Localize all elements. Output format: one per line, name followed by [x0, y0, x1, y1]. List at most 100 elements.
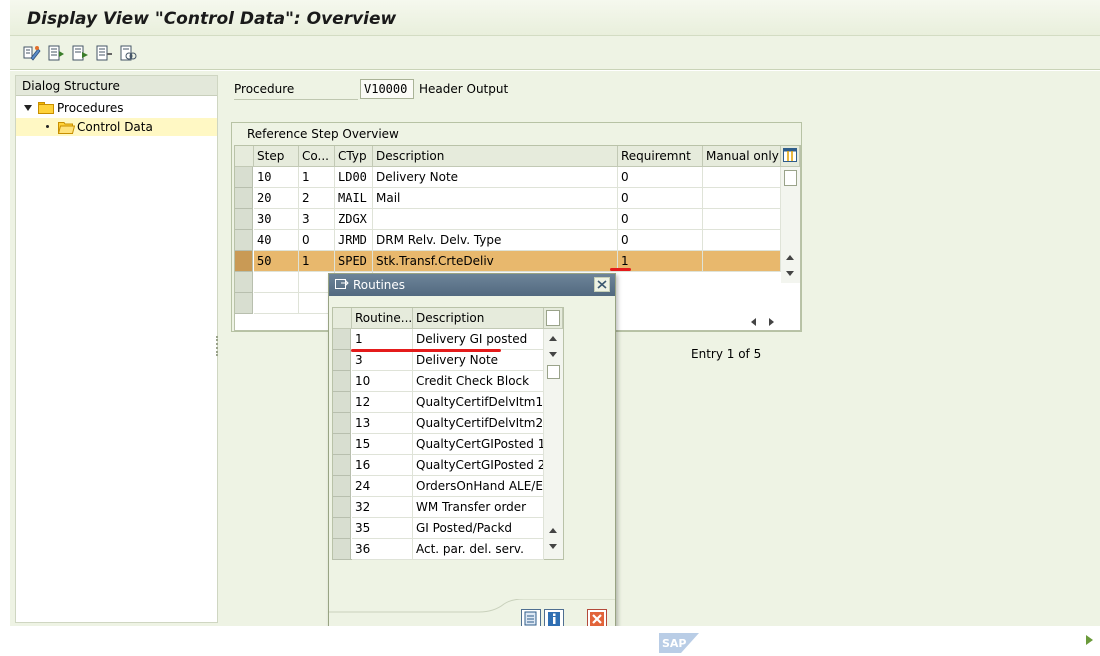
row-selector[interactable] — [333, 434, 351, 455]
manual-only-cell[interactable] — [703, 188, 781, 209]
row-selector[interactable] — [333, 476, 351, 497]
vertical-scrollbar[interactable] — [781, 167, 800, 283]
row-selector[interactable] — [333, 329, 351, 350]
manual-only-cell[interactable] — [703, 251, 781, 272]
requirement-cell[interactable]: 0 — [618, 209, 703, 230]
routine-description-cell[interactable]: GI Posted/Packd — [413, 518, 544, 539]
tree-item-control-data[interactable]: Control Data — [16, 118, 217, 136]
select-all-rows-cell[interactable] — [235, 146, 254, 167]
table-row[interactable]: 1 Delivery GI posted — [333, 329, 544, 350]
row-selector[interactable] — [235, 167, 253, 188]
row-selector[interactable] — [333, 350, 351, 371]
routine-description-cell[interactable]: QualtyCertifDelvItm1 — [413, 392, 544, 413]
table-row[interactable]: 10 Credit Check Block — [333, 371, 544, 392]
status-expand-icon[interactable] — [1086, 635, 1093, 645]
row-selector[interactable] — [235, 293, 253, 314]
vertical-scrollbar[interactable] — [544, 329, 563, 559]
routine-description-cell[interactable]: WM Transfer order — [413, 497, 544, 518]
table-row-selected[interactable]: 50 1 SPED Stk.Transf.CrteDeliv 1 — [235, 251, 781, 272]
column-header-routine[interactable]: Routine... — [352, 308, 413, 329]
routine-number-cell[interactable]: 10 — [352, 371, 413, 392]
table-row[interactable]: 20 2 MAIL Mail 0 — [235, 188, 781, 209]
table-row[interactable]: 10 1 LD00 Delivery Note 0 — [235, 167, 781, 188]
routine-number-cell[interactable]: 1 — [352, 329, 413, 350]
manual-only-cell[interactable] — [703, 230, 781, 251]
row-selector[interactable] — [235, 251, 253, 272]
routine-number-cell[interactable]: 35 — [352, 518, 413, 539]
row-selector[interactable] — [235, 272, 253, 293]
table-row[interactable]: 35 GI Posted/Packd — [333, 518, 544, 539]
routine-description-cell[interactable]: Delivery GI posted — [413, 329, 544, 350]
scroll-up-icon[interactable] — [786, 255, 794, 260]
routine-description-cell[interactable]: Act. par. del. serv. — [413, 539, 544, 560]
row-selector[interactable] — [333, 539, 351, 560]
column-header-requirement[interactable]: Requiremnt — [618, 146, 703, 167]
row-selector[interactable] — [333, 413, 351, 434]
delete-icon[interactable] — [95, 44, 113, 62]
routine-number-cell[interactable]: 32 — [352, 497, 413, 518]
scroll-down-icon[interactable] — [786, 271, 794, 276]
column-header-description[interactable]: Description — [373, 146, 618, 167]
column-header-step[interactable]: Step — [254, 146, 299, 167]
scroll-left-icon[interactable] — [751, 318, 756, 326]
manual-only-cell[interactable] — [703, 209, 781, 230]
row-selector[interactable] — [333, 371, 351, 392]
popup-titlebar[interactable]: Routines — [329, 274, 615, 296]
row-selector[interactable] — [235, 230, 253, 251]
column-header-description[interactable]: Description — [413, 308, 544, 329]
routine-number-cell[interactable]: 15 — [352, 434, 413, 455]
row-selector[interactable] — [333, 518, 351, 539]
scroll-right-icon[interactable] — [769, 318, 774, 326]
requirement-cell[interactable]: 0 — [618, 230, 703, 251]
tree-item-procedures[interactable]: Procedures — [16, 100, 217, 118]
scroll-thumb[interactable] — [547, 365, 560, 379]
row-selector[interactable] — [333, 497, 351, 518]
routine-number-cell[interactable]: 13 — [352, 413, 413, 434]
table-row[interactable]: 30 3 ZDGX 0 — [235, 209, 781, 230]
scroll-up-icon[interactable] — [549, 528, 557, 533]
splitter-handle[interactable] — [216, 336, 219, 356]
row-selector[interactable] — [333, 392, 351, 413]
select-all-icon[interactable] — [119, 44, 137, 62]
routine-number-cell[interactable]: 36 — [352, 539, 413, 560]
scroll-down-icon[interactable] — [549, 544, 557, 549]
close-icon[interactable] — [594, 277, 610, 292]
table-row[interactable]: 13 QualtyCertifDelvItm2 — [333, 413, 544, 434]
routine-description-cell[interactable]: OrdersOnHand ALE/EDI — [413, 476, 544, 497]
column-header-counter[interactable]: Co... — [299, 146, 335, 167]
table-settings-icon[interactable] — [781, 146, 800, 167]
routine-description-cell[interactable]: Delivery Note — [413, 350, 544, 371]
scroll-thumb[interactable] — [784, 170, 797, 186]
scroll-up-icon[interactable] — [549, 336, 557, 341]
routine-number-cell[interactable]: 24 — [352, 476, 413, 497]
column-header-manual-only[interactable]: Manual only — [703, 146, 781, 167]
expand-triangle-icon[interactable] — [24, 105, 32, 111]
select-all-rows-cell[interactable] — [333, 308, 352, 329]
routine-description-cell[interactable]: Credit Check Block — [413, 371, 544, 392]
routine-number-cell[interactable]: 3 — [352, 350, 413, 371]
table-settings-cell[interactable] — [544, 308, 563, 329]
routine-number-cell[interactable]: 12 — [352, 392, 413, 413]
scroll-down-icon[interactable] — [549, 352, 557, 357]
row-selector[interactable] — [235, 209, 253, 230]
row-selector[interactable] — [235, 188, 253, 209]
table-row[interactable]: 15 QualtyCertGIPosted 1 — [333, 434, 544, 455]
table-row[interactable]: 36 Act. par. del. serv. — [333, 539, 544, 560]
routine-number-cell[interactable]: 16 — [352, 455, 413, 476]
copy-icon[interactable] — [71, 44, 89, 62]
table-row[interactable]: 16 QualtyCertGIPosted 2 — [333, 455, 544, 476]
new-entries-icon[interactable] — [47, 44, 65, 62]
routine-description-cell[interactable]: QualtyCertifDelvItm2 — [413, 413, 544, 434]
routine-description-cell[interactable]: QualtyCertGIPosted 1 — [413, 434, 544, 455]
table-row[interactable]: 3 Delivery Note — [333, 350, 544, 371]
table-row[interactable]: 24 OrdersOnHand ALE/EDI — [333, 476, 544, 497]
table-row[interactable]: 32 WM Transfer order — [333, 497, 544, 518]
requirement-cell[interactable]: 0 — [618, 167, 703, 188]
requirement-cell[interactable]: 0 — [618, 188, 703, 209]
row-selector[interactable] — [333, 455, 351, 476]
column-header-ctyp[interactable]: CTyp — [335, 146, 373, 167]
table-row[interactable]: 40 0 JRMD DRM Relv. Delv. Type 0 — [235, 230, 781, 251]
manual-only-cell[interactable] — [703, 167, 781, 188]
table-row[interactable]: 12 QualtyCertifDelvItm1 — [333, 392, 544, 413]
routine-description-cell[interactable]: QualtyCertGIPosted 2 — [413, 455, 544, 476]
